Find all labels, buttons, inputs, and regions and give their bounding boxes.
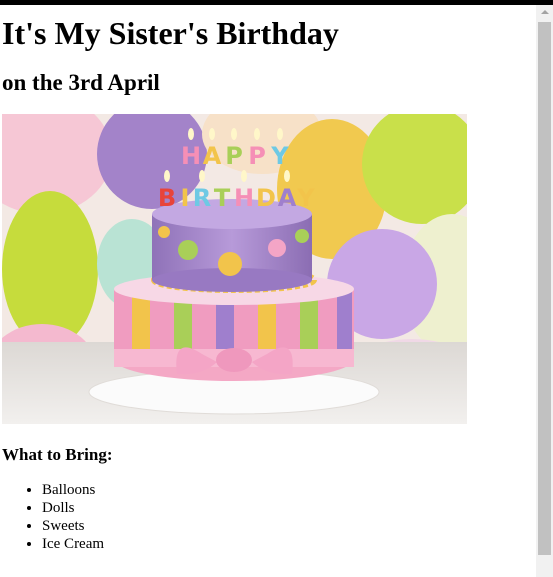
svg-text:Y: Y [296, 184, 315, 212]
svg-text:H: H [234, 184, 254, 212]
bring-list: Balloons Dolls Sweets Ice Cream [2, 481, 536, 553]
svg-text:B: B [158, 184, 176, 212]
vertical-scrollbar[interactable] [536, 5, 553, 577]
svg-text:Y: Y [270, 142, 289, 170]
birthday-cake-photo: H A P P Y B I R T H D A Y [2, 114, 467, 424]
list-item: Sweets [42, 517, 536, 535]
svg-text:T: T [214, 184, 231, 212]
page-title: It's My Sister's Birthday [2, 15, 339, 51]
list-item: Balloons [42, 481, 536, 499]
svg-text:I: I [181, 184, 190, 212]
svg-text:D: D [256, 184, 276, 212]
svg-text:A: A [278, 184, 297, 212]
svg-text:P: P [248, 142, 266, 170]
page-content: It's My Sister's Birthday on the 3rd Apr… [2, 5, 536, 553]
scrollbar-thumb[interactable] [538, 22, 551, 555]
svg-text:A: A [203, 142, 222, 170]
page-subtitle: on the 3rd April [2, 70, 160, 95]
list-item: Dolls [42, 499, 536, 517]
list-item: Ice Cream [42, 535, 536, 553]
svg-text:H: H [181, 142, 201, 170]
svg-text:P: P [225, 142, 243, 170]
scroll-up-arrow-icon[interactable] [536, 5, 553, 20]
what-to-bring-heading: What to Bring: [2, 445, 113, 464]
svg-text:R: R [193, 184, 211, 212]
